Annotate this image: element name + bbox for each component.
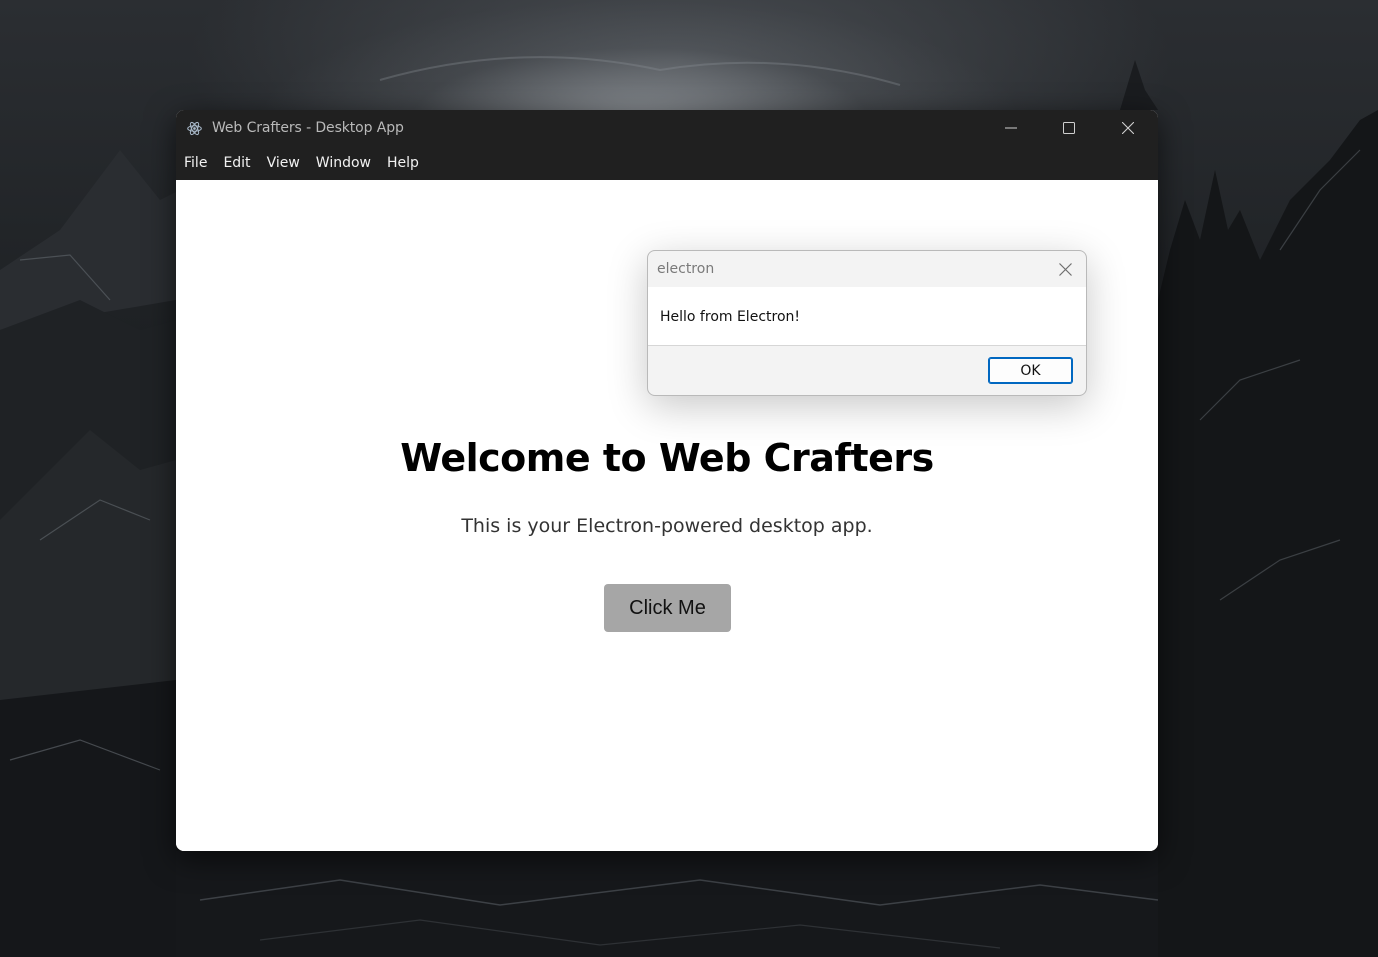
ok-button[interactable]: OK <box>988 357 1073 384</box>
dialog-body: Hello from Electron! <box>648 287 1086 346</box>
dialog-close-button[interactable] <box>1052 257 1078 281</box>
electron-icon <box>187 121 202 136</box>
menu-item-file[interactable]: File <box>178 146 213 180</box>
minimize-button[interactable] <box>982 110 1040 146</box>
close-window-button[interactable] <box>1099 110 1157 146</box>
close-icon <box>1058 262 1072 276</box>
maximize-icon <box>1063 122 1075 134</box>
dialog-title: electron <box>657 261 715 277</box>
menu-item-window[interactable]: Window <box>310 146 377 180</box>
menu-item-help[interactable]: Help <box>381 146 425 180</box>
desktop-wallpaper: Web Crafters - Desktop App File Edit Vie… <box>0 0 1378 957</box>
maximize-button[interactable] <box>1040 110 1098 146</box>
message-dialog: electron Hello from Electron! OK <box>647 250 1087 396</box>
minimize-icon <box>1005 127 1017 129</box>
dialog-message: Hello from Electron! <box>660 309 800 325</box>
close-icon <box>1122 122 1134 134</box>
page-subtitle: This is your Electron-powered desktop ap… <box>461 515 873 537</box>
window-title: Web Crafters - Desktop App <box>212 120 404 136</box>
menu-bar: File Edit View Window Help <box>176 146 1158 180</box>
title-bar[interactable]: Web Crafters - Desktop App <box>176 110 1158 146</box>
click-me-button[interactable]: Click Me <box>604 584 731 632</box>
app-window: Web Crafters - Desktop App File Edit Vie… <box>176 110 1158 851</box>
page-heading: Welcome to Web Crafters <box>400 436 934 480</box>
menu-item-view[interactable]: View <box>261 146 306 180</box>
menu-item-edit[interactable]: Edit <box>217 146 256 180</box>
